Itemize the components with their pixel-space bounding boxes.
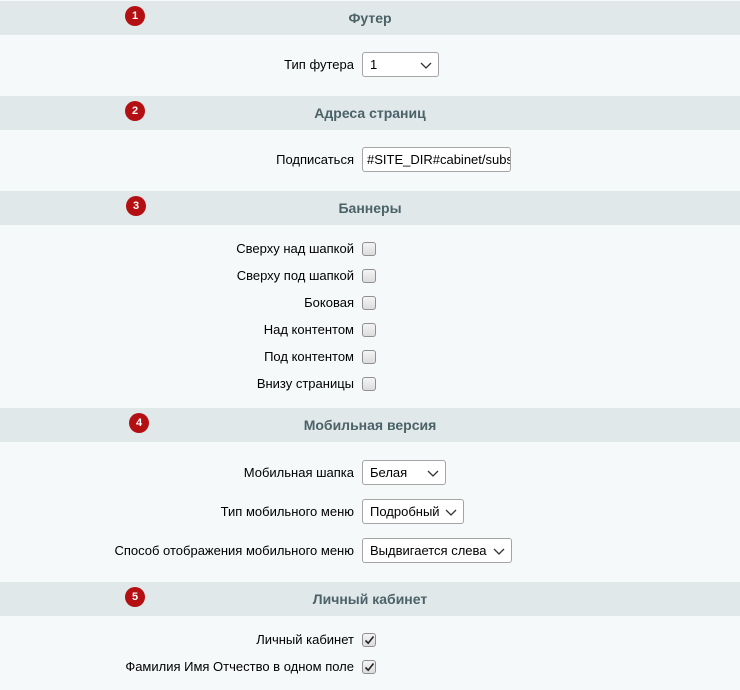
banner-row: Под контентом xyxy=(0,343,740,370)
subscribe-row: Подписаться #SITE_DIR#cabinet/subscribe/ xyxy=(0,146,740,173)
section-header-banners: Баннеры xyxy=(0,191,740,225)
checkmark-icon xyxy=(364,662,375,671)
banner-row: Сверху под шапкой xyxy=(0,262,740,289)
banner-label: Над контентом xyxy=(263,322,354,337)
mobile-header-row: Мобильная шапка Белая xyxy=(0,459,740,486)
section-title: Баннеры xyxy=(338,200,402,216)
banner-row: Внизу страницы xyxy=(0,370,740,397)
section-header-mobile: Мобильная версия xyxy=(0,408,740,442)
cabinet-label: Личный кабинет xyxy=(256,632,354,647)
banner-side-checkbox[interactable] xyxy=(362,295,376,310)
section-header-footer: Футер xyxy=(0,1,740,35)
mobile-menu-display-value: Выдвигается слева xyxy=(370,543,487,558)
mobile-menu-display-select[interactable]: Выдвигается слева xyxy=(362,538,512,563)
section-header-page-addresses: Адреса страниц xyxy=(0,96,740,130)
mobile-menu-type-row: Тип мобильного меню Подробный xyxy=(0,498,740,525)
banner-label: Боковая xyxy=(304,295,354,310)
banner-label: Сверху над шапкой xyxy=(236,241,354,256)
cabinet-row: Личный кабинет xyxy=(0,626,740,653)
mobile-header-select[interactable]: Белая xyxy=(362,460,446,485)
section-title: Футер xyxy=(348,10,392,26)
footer-type-row: Тип футера 1 xyxy=(0,51,740,78)
chevron-down-icon xyxy=(493,548,505,555)
subscribe-label: Подписаться xyxy=(276,152,354,167)
section-number-badge: 3 xyxy=(126,196,146,216)
mobile-header-value: Белая xyxy=(370,465,408,480)
chevron-down-icon xyxy=(427,470,439,477)
subscribe-url-input[interactable]: #SITE_DIR#cabinet/subscribe/ xyxy=(362,147,511,172)
cabinet-label: Фамилия Имя Отчество в одном поле xyxy=(125,659,354,674)
banner-page-bottom-checkbox[interactable] xyxy=(362,376,376,391)
full-name-single-field-checkbox[interactable] xyxy=(362,659,376,674)
section-number-badge: 1 xyxy=(125,6,145,26)
banner-label: Внизу страницы xyxy=(256,376,354,391)
section-title: Мобильная версия xyxy=(303,417,437,433)
banner-top-above-header-checkbox[interactable] xyxy=(362,241,376,256)
section-number-badge: 5 xyxy=(125,587,145,607)
mobile-menu-type-select[interactable]: Подробный xyxy=(362,499,464,524)
cabinet-row: Фамилия Имя Отчество в одном поле xyxy=(0,653,740,680)
footer-type-label: Тип футера xyxy=(284,57,354,72)
footer-type-value: 1 xyxy=(370,57,378,72)
banner-row: Над контентом xyxy=(0,316,740,343)
banner-row: Боковая xyxy=(0,289,740,316)
section-number-badge: 2 xyxy=(125,101,145,121)
banner-top-below-header-checkbox[interactable] xyxy=(362,268,376,283)
banner-label: Под контентом xyxy=(264,349,354,364)
banner-row: Сверху над шапкой xyxy=(0,235,740,262)
mobile-menu-display-label: Способ отображения мобильного меню xyxy=(114,543,354,558)
footer-type-select[interactable]: 1 xyxy=(362,52,439,77)
banner-below-content-checkbox[interactable] xyxy=(362,349,376,364)
banner-label: Сверху под шапкой xyxy=(236,268,354,283)
chevron-down-icon xyxy=(445,509,457,516)
banner-above-content-checkbox[interactable] xyxy=(362,322,376,337)
mobile-menu-type-value: Подробный xyxy=(370,504,440,519)
section-title: Адреса страниц xyxy=(314,105,426,121)
section-title: Личный кабинет xyxy=(312,591,428,607)
mobile-header-label: Мобильная шапка xyxy=(243,465,354,480)
section-header-personal-account: Личный кабинет xyxy=(0,582,740,616)
chevron-down-icon xyxy=(420,62,432,69)
mobile-menu-display-row: Способ отображения мобильного меню Выдви… xyxy=(0,537,740,564)
mobile-menu-type-label: Тип мобильного меню xyxy=(220,504,354,519)
personal-account-checkbox[interactable] xyxy=(362,632,376,647)
checkmark-icon xyxy=(364,635,375,644)
section-number-badge: 4 xyxy=(129,413,149,433)
